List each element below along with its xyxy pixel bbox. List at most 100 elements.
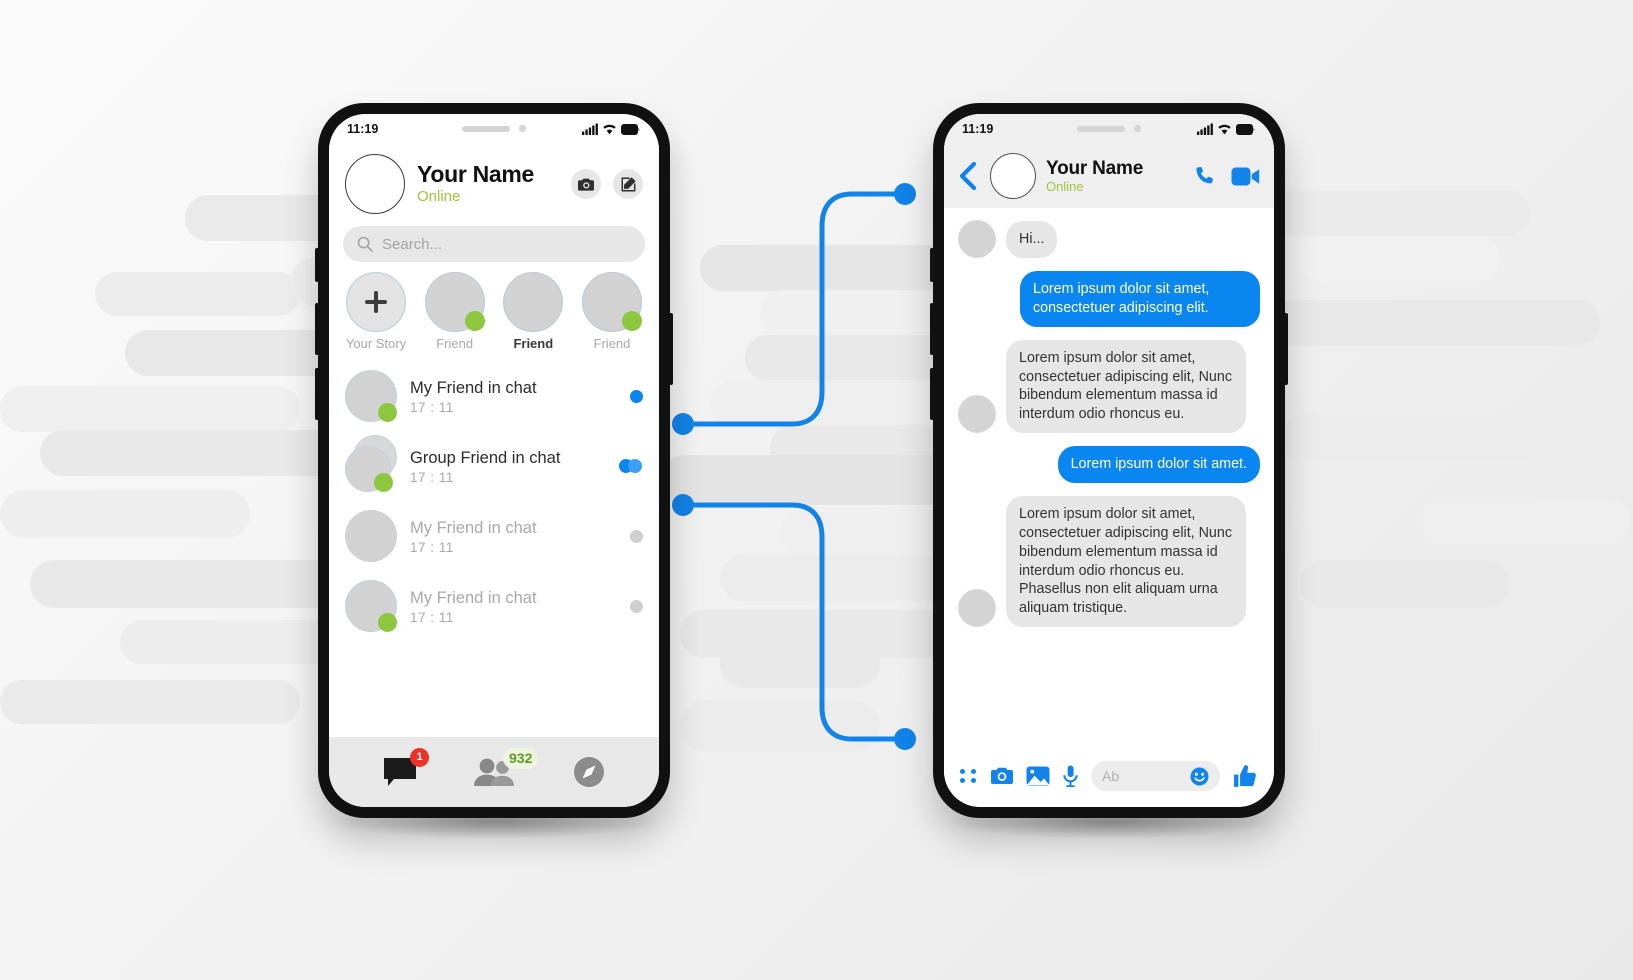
chat-list-item[interactable]: My Friend in chat 17 : 11: [329, 501, 659, 571]
chat-avatar-wrap: [345, 370, 397, 422]
chat-status-mark: [617, 599, 643, 613]
message-input-bar: Ab: [944, 745, 1274, 807]
device-side-button: [930, 303, 934, 355]
profile-avatar[interactable]: [345, 154, 405, 214]
message-row-incoming: Lorem ipsum dolor sit amet, consectetuer…: [958, 496, 1260, 628]
device-side-button: [930, 248, 934, 282]
more-options-button[interactable]: [960, 769, 978, 783]
front-camera-dot: [1134, 125, 1141, 132]
battery-icon: [621, 124, 640, 135]
message-bubble[interactable]: Lorem ipsum dolor sit amet, consectetuer…: [1006, 339, 1246, 434]
message-bubble[interactable]: Lorem ipsum dolor sit amet.: [1057, 446, 1260, 484]
front-camera-dot: [519, 125, 526, 132]
story-label: Friend: [436, 336, 474, 351]
read-grey-dot-icon: [630, 529, 643, 543]
chat-name: My Friend in chat: [410, 379, 537, 398]
device-side-button: [315, 248, 319, 282]
device-side-button: [315, 368, 319, 420]
online-status-dot: [464, 311, 485, 331]
compose-icon: [621, 176, 636, 191]
chat-name: My Friend in chat: [410, 519, 537, 538]
chat-time: 17 : 11: [410, 469, 454, 485]
signal-bars-icon: [582, 123, 598, 135]
chat-avatar-wrap: [345, 580, 397, 632]
plus-icon: [365, 291, 387, 313]
camera-icon: [577, 178, 594, 191]
story-item-your-story[interactable]: Your Story: [345, 272, 407, 351]
nav-item-people[interactable]: 932: [473, 747, 539, 787]
search-icon: [357, 236, 373, 252]
back-button[interactable]: [958, 161, 980, 191]
story-avatar[interactable]: [424, 272, 485, 332]
status-time: 11:19: [347, 122, 379, 136]
people-badge: 932: [503, 747, 539, 769]
search-bar[interactable]: Search...: [343, 226, 645, 262]
status-icons: [582, 123, 641, 135]
bottom-navigation: 1 932: [329, 737, 659, 807]
camera-button[interactable]: [571, 169, 601, 199]
right-phone-screen: 11:19 Your Name Online Hi... Lorem ipsum…: [944, 114, 1274, 807]
compass-icon: [574, 757, 604, 787]
online-status-dot: [378, 403, 397, 422]
chat-name: Group Friend in chat: [410, 449, 561, 468]
add-story-circle[interactable]: [346, 272, 406, 332]
like-button[interactable]: [1233, 764, 1258, 789]
notch-group: [1077, 125, 1141, 132]
message-avatar: [958, 220, 996, 258]
message-text-input[interactable]: Ab: [1091, 761, 1220, 791]
wifi-icon: [603, 124, 616, 135]
chat-status-mark: [617, 529, 643, 543]
stories-row: Your Story Friend Friend Friend: [329, 272, 659, 359]
online-status-dot: [378, 613, 397, 632]
left-status-bar: 11:19: [329, 114, 659, 144]
chat-text-block: My Friend in chat 17 : 11: [410, 587, 604, 624]
message-row-incoming: Lorem ipsum dolor sit amet, consectetuer…: [958, 339, 1260, 434]
conversation-header: Your Name Online: [944, 144, 1274, 208]
chat-text-block: My Friend in chat 17 : 11: [410, 517, 604, 554]
compose-button[interactable]: [613, 169, 643, 199]
profile-status: Online: [417, 187, 461, 205]
message-avatar: [958, 589, 996, 628]
story-avatar[interactable]: [503, 272, 564, 332]
online-status-dot: [621, 311, 642, 331]
conversation-status: Online: [1046, 179, 1084, 195]
device-power-button: [669, 313, 673, 385]
gallery-button[interactable]: [1026, 766, 1050, 786]
chat-list-item[interactable]: My Friend in chat 17 : 11: [329, 571, 659, 641]
message-bubble[interactable]: Lorem ipsum dolor sit amet, consectetuer…: [1020, 271, 1260, 327]
unread-double-dot-icon: [619, 459, 643, 473]
chat-avatar-wrap: [345, 510, 397, 562]
nav-item-chats[interactable]: 1: [383, 747, 429, 788]
video-camera-icon[interactable]: [1231, 165, 1260, 188]
camera-button[interactable]: [991, 766, 1013, 786]
chat-list-item[interactable]: Group Friend in chat 17 : 11: [329, 431, 659, 501]
story-item-friend-2[interactable]: Friend: [502, 272, 564, 351]
chat-status-mark: [617, 389, 643, 403]
right-status-bar: 11:19: [944, 114, 1274, 144]
message-input-placeholder: Ab: [1102, 768, 1120, 784]
emoji-button[interactable]: [1190, 767, 1209, 786]
speaker-grill: [462, 125, 510, 132]
nav-item-discover[interactable]: [573, 756, 605, 788]
conversation-avatar[interactable]: [990, 153, 1036, 199]
microphone-button[interactable]: [1063, 765, 1078, 787]
chat-list-item[interactable]: My Friend in chat 17 : 11: [329, 361, 659, 431]
story-item-friend-3[interactable]: Friend: [581, 272, 643, 351]
device-side-button: [315, 303, 319, 355]
story-label: Friend: [513, 336, 554, 351]
conversation-name-block: Your Name Online: [1046, 158, 1182, 195]
notch-group: [462, 125, 526, 132]
search-input[interactable]: Search...: [382, 236, 442, 253]
story-label: Friend: [593, 336, 631, 351]
device-side-button: [930, 368, 934, 420]
message-bubble[interactable]: Hi...: [1006, 221, 1058, 258]
chat-list: My Friend in chat 17 : 11 Group Friend i…: [329, 359, 659, 737]
story-item-friend-1[interactable]: Friend: [424, 272, 486, 351]
unread-blue-dot-icon: [630, 389, 643, 403]
phone-call-icon[interactable]: [1192, 164, 1217, 189]
chat-avatar: [345, 510, 397, 562]
message-bubble[interactable]: Lorem ipsum dolor sit amet, consectetuer…: [1006, 496, 1246, 628]
story-avatar[interactable]: [581, 272, 642, 332]
chat-avatar-wrap: [345, 435, 397, 492]
speaker-grill: [1077, 125, 1125, 132]
